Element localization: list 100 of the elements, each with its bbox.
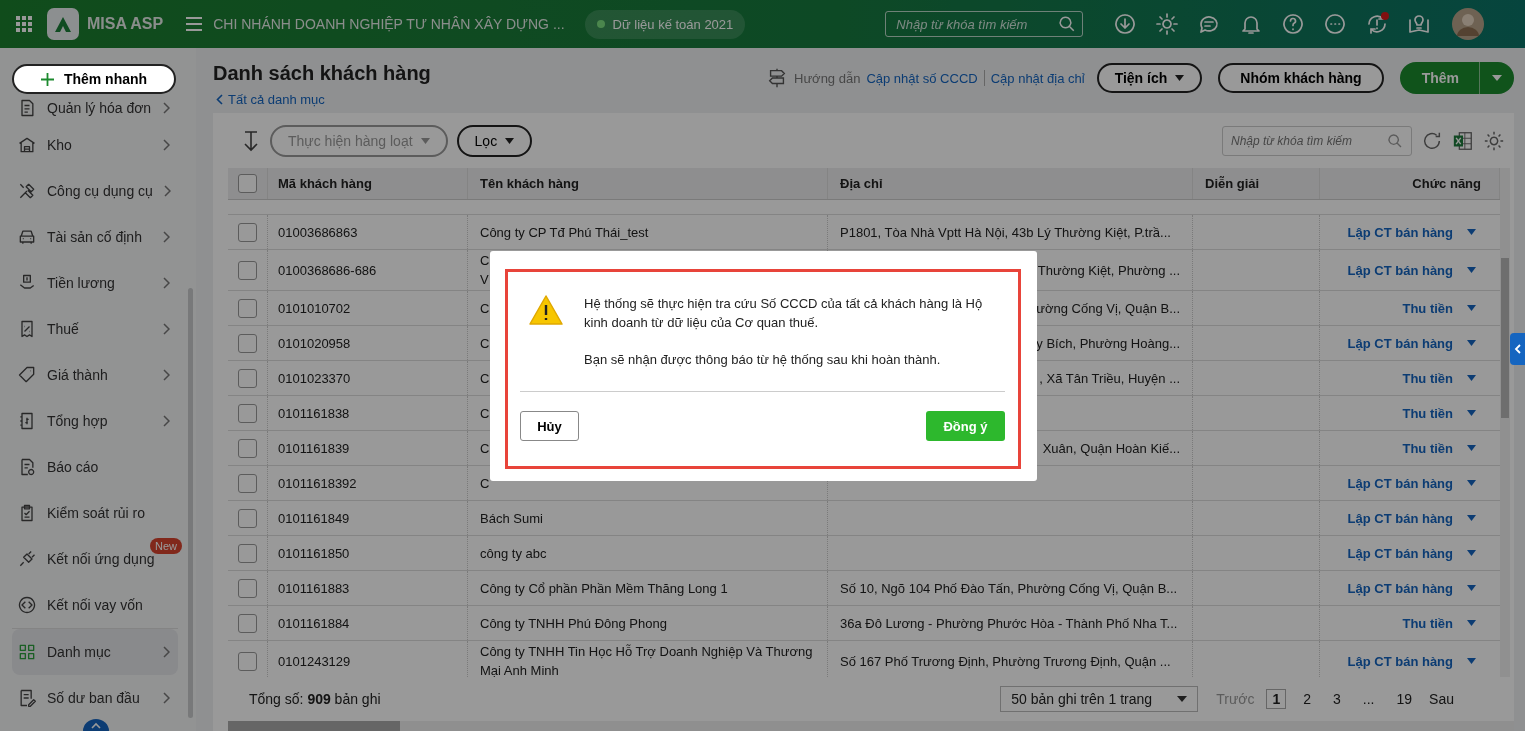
action-link[interactable]: Lập CT bán hàng (1347, 545, 1453, 561)
action-link[interactable]: Lập CT bán hàng (1347, 510, 1453, 526)
row-checkbox[interactable] (238, 260, 257, 280)
caret-icon[interactable] (1467, 620, 1476, 626)
update-link[interactable]: Cập nhật số CCCD (866, 70, 978, 86)
scrollbar[interactable] (188, 288, 193, 718)
action-link[interactable]: Lập CT bán hàng (1347, 262, 1453, 278)
caret-icon[interactable] (1467, 550, 1476, 556)
row-checkbox[interactable] (238, 508, 257, 528)
customer-group-button[interactable]: Nhóm khách hàng (1218, 63, 1384, 93)
page-number[interactable]: ... (1357, 690, 1380, 708)
guide-icon[interactable] (1407, 12, 1432, 36)
sidebar-item[interactable]: Thuế (12, 306, 178, 352)
sidebar-item[interactable]: Giá thành (12, 352, 178, 398)
caret-icon[interactable] (1467, 305, 1476, 311)
caret-icon[interactable] (1467, 480, 1476, 486)
chevron-right-icon[interactable] (162, 323, 170, 335)
chevron-right-icon[interactable] (162, 646, 170, 658)
avatar[interactable] (1452, 8, 1485, 40)
row-checkbox[interactable] (238, 403, 257, 423)
signpost-icon[interactable] (766, 67, 788, 89)
page-number[interactable]: 2 (1298, 690, 1317, 708)
chevron-right-icon[interactable] (162, 369, 170, 381)
row-checkbox[interactable] (238, 613, 257, 633)
utility-dropdown[interactable]: Tiện ích (1096, 63, 1203, 93)
excel-icon[interactable] (1452, 129, 1474, 152)
caret-icon[interactable] (1467, 267, 1476, 273)
scrollbar[interactable] (1501, 258, 1509, 418)
action-link[interactable]: Lập CT bán hàng (1347, 475, 1453, 491)
chevron-right-icon[interactable] (162, 139, 170, 151)
next-page[interactable]: Sau (1429, 691, 1454, 707)
chevron-left-icon[interactable] (216, 94, 223, 105)
action-link[interactable]: Lập CT bán hàng (1347, 653, 1453, 669)
page-number[interactable]: 3 (1328, 690, 1346, 708)
sidebar-item[interactable]: Kiểm soát rủi ro (12, 490, 178, 536)
column-header[interactable]: Chức năng (1412, 176, 1481, 191)
action-link[interactable]: Thu tiền (1402, 405, 1453, 421)
sidebar-item[interactable]: Báo cáo (12, 444, 178, 490)
row-checkbox[interactable] (238, 368, 257, 388)
back-link[interactable]: Tất cả danh mục (228, 92, 325, 107)
chevron-right-icon[interactable] (162, 692, 170, 704)
more-icon[interactable] (1323, 12, 1348, 36)
cancel-button[interactable]: Hủy (520, 411, 579, 441)
sidebar-item[interactable]: Kết nối vay vốn (12, 582, 178, 628)
help-icon[interactable] (1281, 12, 1306, 36)
select-all-checkbox[interactable] (238, 174, 257, 193)
column-header[interactable]: Địa chỉ (840, 176, 883, 191)
action-link[interactable]: Thu tiền (1402, 440, 1453, 456)
page-number[interactable]: 1 (1266, 689, 1287, 709)
scrollbar[interactable] (228, 721, 400, 731)
column-header[interactable]: Tên khách hàng (480, 176, 579, 191)
row-checkbox[interactable] (238, 578, 257, 598)
sidebar-item[interactable]: Tổng hợp (12, 398, 178, 444)
caret-icon[interactable] (1467, 585, 1476, 591)
sidebar-item[interactable]: Tiền lương (12, 260, 178, 306)
guide-link[interactable]: Hướng dẫn (794, 70, 861, 86)
page-number[interactable]: 19 (1391, 690, 1418, 708)
quick-add-button[interactable]: Thêm nhanh (12, 64, 176, 94)
caret-icon[interactable] (1467, 229, 1476, 235)
row-checkbox[interactable] (238, 651, 257, 671)
action-link[interactable]: Lập CT bán hàng (1347, 580, 1453, 596)
search-icon[interactable] (1058, 15, 1077, 33)
row-checkbox[interactable] (238, 438, 257, 458)
row-checkbox[interactable] (238, 543, 257, 563)
action-link[interactable]: Thu tiền (1402, 615, 1453, 631)
column-header[interactable]: Diễn giải (1205, 176, 1260, 191)
sidebar-item[interactable]: Công cụ dụng cụ (12, 168, 178, 214)
search-icon[interactable] (1387, 132, 1403, 149)
chevron-right-icon[interactable] (162, 231, 170, 243)
chevron-right-icon[interactable] (162, 415, 170, 427)
search-field[interactable]: Nhập từ khóa tìm kiếm (1222, 125, 1412, 156)
page-size-select[interactable]: 50 bản ghi trên 1 trang (1000, 686, 1199, 712)
caret-icon[interactable] (1467, 445, 1476, 451)
menu-icon[interactable] (185, 16, 204, 32)
action-link[interactable]: Thu tiền (1402, 370, 1453, 386)
action-link[interactable]: Lập CT bán hàng (1347, 335, 1453, 351)
action-link[interactable]: Thu tiền (1402, 300, 1453, 316)
row-checkbox[interactable] (238, 473, 257, 493)
apps-grid-icon[interactable] (15, 15, 33, 33)
sidebar-item[interactable]: Tài sản cố định (12, 214, 178, 260)
collapse-icon[interactable] (83, 719, 109, 731)
download-icon[interactable] (1113, 12, 1138, 36)
caret-icon[interactable] (1467, 515, 1476, 521)
side-panel-toggle[interactable] (1510, 333, 1525, 365)
caret-icon[interactable] (1467, 410, 1476, 416)
chevron-right-icon[interactable] (162, 277, 170, 289)
sort-icon[interactable] (241, 129, 261, 152)
sync-icon[interactable] (1365, 12, 1390, 36)
chevron-right-icon[interactable] (162, 102, 170, 114)
row-checkbox[interactable] (238, 222, 257, 242)
column-header[interactable]: Mã khách hàng (278, 176, 372, 191)
caret-icon[interactable] (1467, 375, 1476, 381)
chevron-right-icon[interactable] (162, 185, 171, 197)
sidebar-item[interactable]: Danh mục (12, 629, 178, 675)
sidebar-item[interactable]: Kho (12, 122, 178, 168)
caret-icon[interactable] (1467, 340, 1476, 346)
sidebar-item[interactable]: Số dư ban đầu (12, 675, 178, 721)
company-name[interactable]: CHI NHÁNH DOANH NGHIỆP TƯ NHÂN XÂY DỰNG ... (213, 16, 565, 32)
row-checkbox[interactable] (238, 298, 257, 318)
row-checkbox[interactable] (238, 333, 257, 353)
